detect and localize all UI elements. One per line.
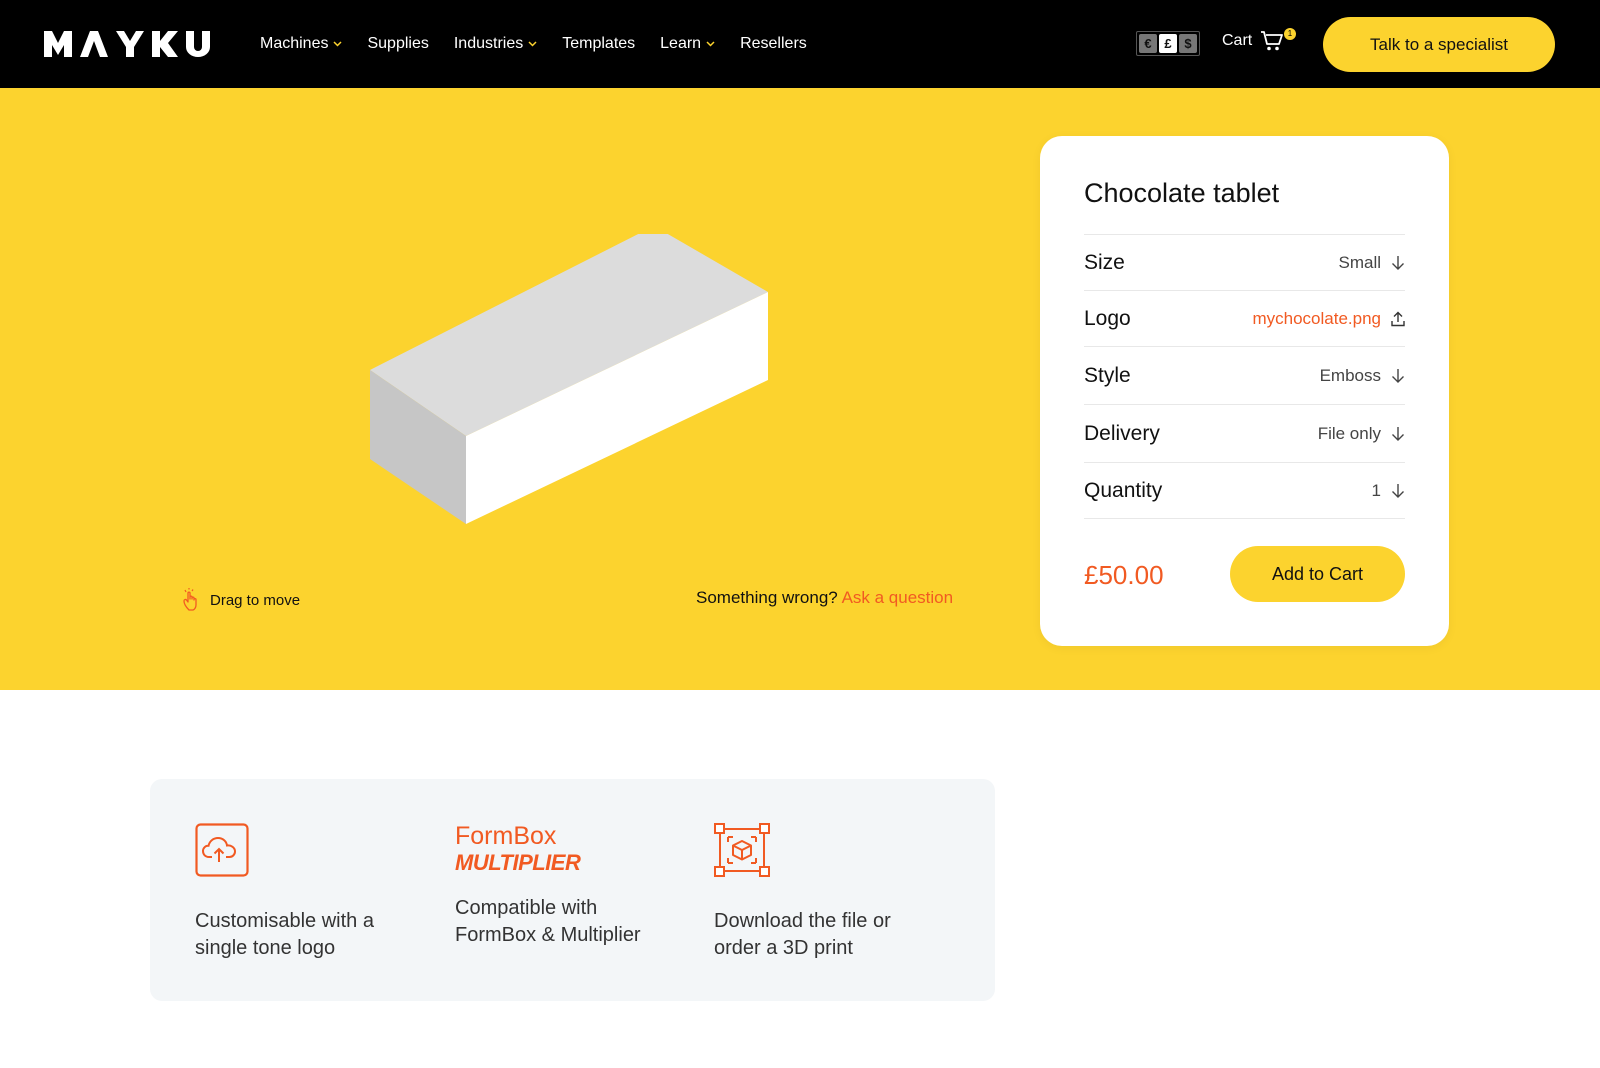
quantity-value: 1 bbox=[1371, 480, 1381, 500]
option-label: Delivery bbox=[1084, 421, 1160, 445]
feature-text: Compatible with FormBox & Multiplier bbox=[455, 895, 685, 949]
options-divider bbox=[1084, 518, 1405, 519]
cloud-upload-icon bbox=[195, 823, 249, 877]
top-navigation: Machines Supplies Industries Templates L… bbox=[0, 0, 1600, 88]
3d-box-icon bbox=[714, 823, 770, 877]
menu-item-templates[interactable]: Templates bbox=[562, 35, 635, 53]
feature-text-line: FormBox & Multiplier bbox=[455, 924, 641, 946]
option-label: Quantity bbox=[1084, 478, 1163, 502]
feature-text-line: Download the file or bbox=[714, 910, 891, 932]
option-value: File only bbox=[1318, 424, 1405, 444]
option-label: Size bbox=[1084, 250, 1125, 274]
menu-item-label: Resellers bbox=[740, 35, 807, 52]
ask-question-link[interactable]: Ask a question bbox=[842, 588, 954, 607]
currency-eur[interactable]: € bbox=[1139, 34, 1157, 53]
chevron-down-icon bbox=[333, 41, 343, 47]
delivery-value: File only bbox=[1317, 423, 1381, 443]
option-label: Style bbox=[1084, 363, 1131, 387]
product-title: Chocolate tablet bbox=[1084, 178, 1280, 208]
feature-text-line: order a 3D print bbox=[714, 937, 853, 959]
chevron-down-icon bbox=[528, 41, 537, 47]
menu-item-label: Templates bbox=[562, 35, 636, 52]
upload-icon bbox=[1391, 311, 1405, 326]
option-size[interactable]: Size Small bbox=[1084, 234, 1405, 290]
cart-count-badge: 1 bbox=[1284, 28, 1296, 40]
menu-item-label: Machines bbox=[260, 35, 329, 52]
arrow-down-icon bbox=[1392, 426, 1404, 441]
option-label: Logo bbox=[1084, 306, 1131, 330]
logo-filename: mychocolate.png bbox=[1252, 308, 1381, 328]
features-panel: Customisable with a single tone logo For… bbox=[150, 779, 995, 1001]
mayku-logo[interactable] bbox=[44, 31, 216, 57]
cart-label: Cart bbox=[1222, 32, 1253, 49]
menu-item-resellers[interactable]: Resellers bbox=[740, 35, 807, 53]
style-value: Emboss bbox=[1319, 365, 1381, 385]
hand-pointer-icon bbox=[183, 588, 197, 611]
option-value: Emboss bbox=[1320, 366, 1405, 386]
option-logo[interactable]: Logo mychocolate.png bbox=[1084, 290, 1405, 346]
feature-text-line: Customisable with a bbox=[195, 910, 374, 932]
feature-download: Download the file or order a 3D print bbox=[714, 823, 944, 962]
product-config-card: Chocolate tablet Size Small Logo mychoco… bbox=[1040, 136, 1449, 646]
add-to-cart-button[interactable]: Add to Cart bbox=[1230, 546, 1405, 602]
something-wrong-prompt: Something wrong? Ask a question bbox=[696, 588, 953, 608]
feature-formbox: FormBox MULTIPLIER Compatible with FormB… bbox=[455, 823, 685, 949]
something-wrong-text: Something wrong? bbox=[696, 588, 838, 607]
feature-text-line: Compatible with bbox=[455, 897, 598, 919]
option-value: 1 bbox=[1372, 481, 1405, 501]
menu-item-label: Learn bbox=[660, 35, 702, 52]
menu-item-label: Industries bbox=[453, 35, 524, 52]
size-value: Small bbox=[1338, 252, 1381, 272]
arrow-down-icon bbox=[1392, 368, 1404, 383]
menu-item-label: Supplies bbox=[367, 35, 429, 52]
menu-item-learn[interactable]: Learn bbox=[660, 35, 715, 53]
menu-item-industries[interactable]: Industries bbox=[454, 35, 537, 53]
cart-link[interactable]: Cart bbox=[1222, 30, 1284, 52]
feature-text: Download the file or order a 3D print bbox=[714, 908, 944, 962]
formbox-brand-title: FormBox bbox=[455, 822, 557, 850]
feature-customisable: Customisable with a single tone logo bbox=[195, 823, 425, 962]
currency-usd[interactable]: $ bbox=[1179, 34, 1197, 53]
option-quantity[interactable]: Quantity 1 bbox=[1084, 462, 1405, 518]
drag-hint: Drag to move bbox=[182, 588, 300, 612]
menu-item-machines[interactable]: Machines bbox=[260, 35, 343, 53]
cart-icon bbox=[1261, 31, 1284, 51]
menu-item-supplies[interactable]: Supplies bbox=[367, 35, 428, 53]
multiplier-brand-subtitle: MULTIPLIER bbox=[455, 850, 581, 875]
arrow-down-icon bbox=[1392, 255, 1404, 270]
feature-text: Customisable with a single tone logo bbox=[195, 908, 425, 962]
product-3d-viewer[interactable] bbox=[370, 234, 770, 534]
chevron-down-icon bbox=[706, 41, 715, 47]
option-value: Small bbox=[1338, 253, 1405, 273]
drag-hint-text: Drag to move bbox=[210, 591, 301, 609]
currency-gbp[interactable]: £ bbox=[1159, 34, 1177, 53]
feature-text-line: single tone logo bbox=[195, 937, 336, 959]
option-style[interactable]: Style Emboss bbox=[1084, 346, 1405, 404]
option-value: mychocolate.png bbox=[1252, 309, 1405, 329]
arrow-down-icon bbox=[1392, 483, 1404, 498]
option-delivery[interactable]: Delivery File only bbox=[1084, 404, 1405, 462]
talk-to-specialist-button[interactable]: Talk to a specialist bbox=[1323, 17, 1555, 72]
currency-switcher: € £ $ bbox=[1136, 31, 1200, 56]
product-price: £50.00 bbox=[1084, 560, 1164, 590]
main-menu: Machines Supplies Industries Templates L… bbox=[260, 0, 832, 88]
